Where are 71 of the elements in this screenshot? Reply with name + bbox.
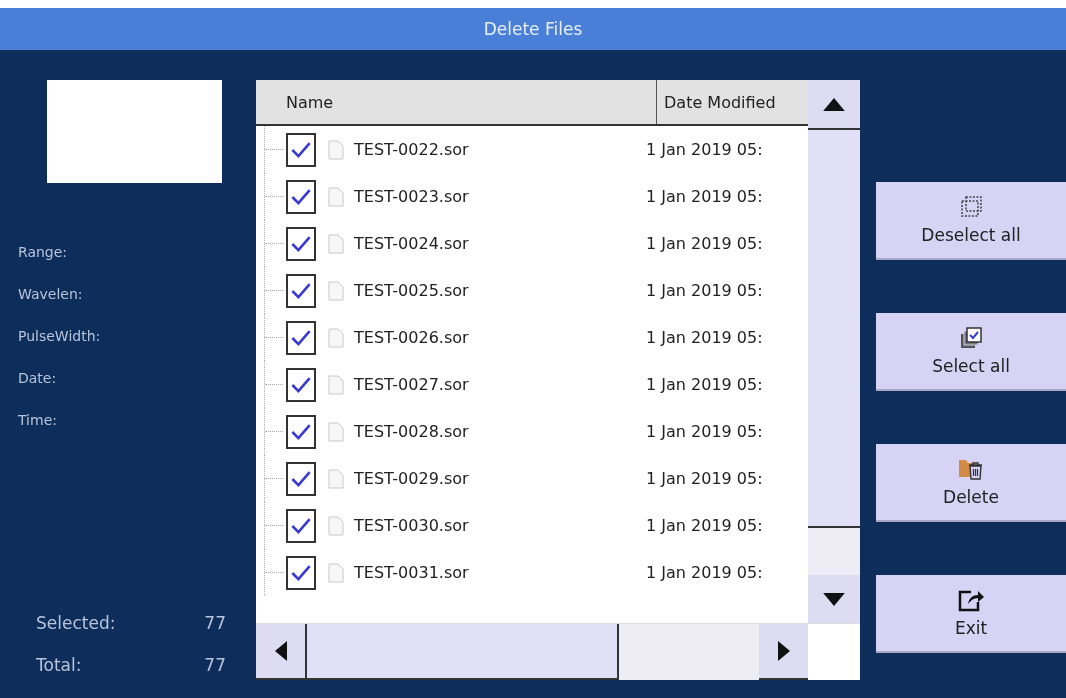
checkbox[interactable] [286,179,316,214]
info-label: Wavelen: [18,285,84,304]
checkbox[interactable] [286,367,316,402]
scrollbar-thumb[interactable] [808,130,860,528]
scroll-down-button[interactable] [808,575,860,623]
file-date: 1 Jan 2019 05: [646,234,763,253]
info-label: Time: [18,411,58,430]
count-label: Selected: [36,612,116,635]
deselect-button[interactable]: Deselect all [876,182,1066,260]
file-name: TEST-0024.sor [354,234,470,253]
file-icon [328,374,344,395]
file-name: TEST-0029.sor [354,469,470,488]
file-name: TEST-0027.sor [354,375,470,394]
file-date: 1 Jan 2019 05: [646,140,763,159]
file-name: TEST-0031.sor [354,563,470,582]
file-date: 1 Jan 2019 05: [646,187,763,206]
count-value: 77 [204,654,226,677]
info-label: Range: [18,243,69,262]
file-icon [328,562,344,583]
file-icon [328,186,344,207]
checkbox[interactable] [286,555,316,590]
file-date: 1 Jan 2019 05: [646,516,763,535]
file-name: TEST-0028.sor [354,422,470,441]
file-icon [328,421,344,442]
count-value: 77 [204,612,226,635]
scroll-up-button[interactable] [808,80,860,130]
checkbox[interactable] [286,226,316,261]
file-name: TEST-0023.sor [354,187,470,206]
file-date: 1 Jan 2019 05: [646,328,763,347]
checkbox[interactable] [286,273,316,308]
exit-button[interactable]: Exit [876,575,1066,653]
file-icon [328,327,344,348]
checkbox[interactable] [286,132,316,167]
column-header[interactable]: Name [256,80,657,124]
file-name: TEST-0026.sor [354,328,470,347]
scroll-left-button[interactable] [256,624,305,680]
file-date: 1 Jan 2019 05: [646,563,763,582]
down-triangle-icon [823,592,845,606]
checkbox[interactable] [286,508,316,543]
window-title: Delete Files [483,19,583,39]
file-name: TEST-0022.sor [354,140,470,159]
scrollbar-corner [808,624,860,680]
info-label: Date: [18,369,58,388]
left-triangle-icon [274,641,287,661]
file-date: 1 Jan 2019 05: [646,281,763,300]
file-icon [328,280,344,301]
file-date: 1 Jan 2019 05: [646,375,763,394]
file-icon [328,515,344,536]
checkbox[interactable] [286,461,316,496]
right-triangle-icon [777,641,790,661]
file-icon [328,139,344,160]
file-name: TEST-0025.sor [354,281,470,300]
file-date: 1 Jan 2019 05: [646,422,763,441]
checkbox[interactable] [286,414,316,449]
scroll-right-button[interactable] [759,624,808,680]
column-header[interactable]: Date Modified [657,80,808,124]
info-label: PulseWidth: [18,327,102,346]
exit-icon [958,588,984,612]
file-name: TEST-0030.sor [354,516,470,535]
checkbox[interactable] [286,320,316,355]
scrollbar-thumb[interactable] [305,624,619,680]
file-date: 1 Jan 2019 05: [646,469,763,488]
checked-stack-icon [959,326,983,350]
count-label: Total: [36,654,82,677]
up-triangle-icon [823,97,845,111]
file-icon [328,233,344,254]
file-icon [328,468,344,489]
folder-trash-icon [958,457,984,481]
delete-button[interactable]: Delete [876,444,1066,522]
dashed-square-icon [959,195,983,219]
select-button[interactable]: Select all [876,313,1066,391]
